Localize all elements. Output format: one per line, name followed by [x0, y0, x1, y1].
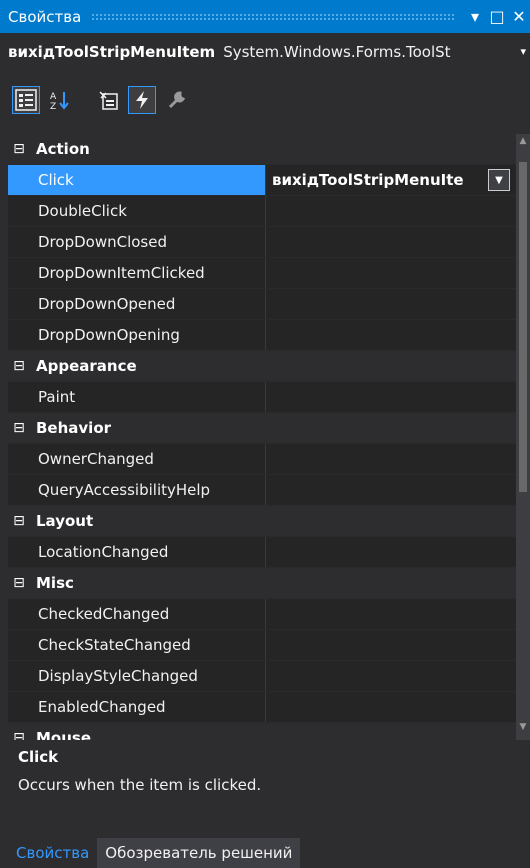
description-text: Occurs when the item is clicked.: [18, 776, 262, 794]
vertical-scrollbar[interactable]: ▲ ▼: [516, 134, 530, 740]
window-title: Свойства: [8, 7, 82, 26]
object-selector[interactable]: вихідToolStripMenuItem System.Windows.Fo…: [0, 33, 530, 70]
toolbar-separator: [80, 86, 88, 134]
category-label: Action: [36, 140, 90, 158]
properties-icon: [99, 91, 118, 110]
collapse-icon[interactable]: ⊟: [8, 358, 30, 374]
property-value[interactable]: вихідToolStripMenuIte ▼: [266, 165, 530, 195]
property-name: EnabledChanged: [8, 692, 266, 722]
property-name: Click: [8, 165, 266, 195]
collapse-icon[interactable]: ⊟: [8, 730, 30, 740]
chevron-down-icon[interactable]: ▾: [520, 45, 526, 58]
category-header[interactable]: ⊟ Mouse: [8, 723, 530, 740]
property-row[interactable]: LocationChanged: [8, 537, 530, 568]
chevron-down-icon[interactable]: ▼: [488, 169, 510, 191]
property-value[interactable]: [266, 196, 530, 226]
property-row[interactable]: DropDownItemClicked: [8, 258, 530, 289]
property-rows: ⊟ Action Click вихідToolStripMenuIte ▼ Double…: [8, 134, 530, 740]
svg-text:A: A: [50, 92, 57, 102]
property-value[interactable]: [266, 599, 530, 629]
object-name: вихідToolStripMenuItem: [8, 42, 216, 61]
bottom-tabs: Свойства Обозреватель решений: [0, 834, 530, 868]
collapse-icon[interactable]: ⊟: [8, 575, 30, 591]
properties-toolbar: A Z: [0, 70, 530, 134]
property-name: LocationChanged: [8, 537, 266, 567]
categorized-button[interactable]: [12, 86, 40, 114]
property-value[interactable]: [266, 382, 530, 412]
property-name: DropDownClosed: [8, 227, 266, 257]
category-label: Behavior: [36, 419, 112, 437]
property-value-text: вихідToolStripMenuIte: [272, 171, 464, 189]
property-row[interactable]: DropDownClosed: [8, 227, 530, 258]
object-type: System.Windows.Forms.ToolSt: [223, 42, 451, 61]
property-row[interactable]: DropDownOpened: [8, 289, 530, 320]
events-icon: [136, 91, 148, 109]
drag-grip[interactable]: [91, 13, 454, 20]
category-label: Mouse: [36, 729, 92, 740]
property-value[interactable]: [266, 630, 530, 660]
property-value[interactable]: [266, 227, 530, 257]
title-bar[interactable]: Свойства ▾ □ ✕: [0, 0, 530, 33]
property-name: CheckedChanged: [8, 599, 266, 629]
scroll-up-icon[interactable]: ▲: [516, 136, 530, 152]
category-header[interactable]: ⊟ Layout: [8, 506, 530, 537]
description-panel: Click Occurs when the item is clicked.: [18, 748, 518, 794]
property-row[interactable]: DropDownOpening: [8, 320, 530, 351]
property-name: OwnerChanged: [8, 444, 266, 474]
property-row[interactable]: QueryAccessibilityHelp: [8, 475, 530, 506]
collapse-icon[interactable]: ⊟: [8, 420, 30, 436]
property-name: DropDownOpening: [8, 320, 266, 350]
property-row[interactable]: DoubleClick: [8, 196, 530, 227]
property-value[interactable]: [266, 444, 530, 474]
category-label: Misc: [36, 574, 74, 592]
category-label: Layout: [36, 512, 94, 530]
svg-text:Z: Z: [50, 102, 56, 111]
category-header[interactable]: ⊟ Misc: [8, 568, 530, 599]
property-value[interactable]: [266, 475, 530, 505]
property-name: DisplayStyleChanged: [8, 661, 266, 691]
categorized-icon: [15, 89, 37, 111]
property-name: Paint: [8, 382, 266, 412]
property-row[interactable]: Paint: [8, 382, 530, 413]
pin-dropdown-icon[interactable]: ▾: [464, 7, 486, 26]
collapse-icon[interactable]: ⊟: [8, 141, 30, 157]
tab-solution-explorer[interactable]: Обозреватель решений: [97, 838, 301, 868]
maximize-icon[interactable]: □: [486, 7, 508, 26]
property-name: CheckStateChanged: [8, 630, 266, 660]
property-value[interactable]: [266, 320, 530, 350]
property-grid: ⊟ Action Click вихідToolStripMenuIte ▼ Double…: [8, 134, 530, 740]
tab-properties[interactable]: Свойства: [0, 838, 98, 868]
property-row[interactable]: CheckedChanged: [8, 599, 530, 630]
alphabetical-icon: A Z: [50, 92, 69, 111]
property-row[interactable]: CheckStateChanged: [8, 630, 530, 661]
property-name: DoubleClick: [8, 196, 266, 226]
property-value[interactable]: [266, 258, 530, 288]
scrollbar-thumb[interactable]: [519, 162, 527, 492]
property-value[interactable]: [266, 289, 530, 319]
collapse-icon[interactable]: ⊟: [8, 513, 30, 529]
category-label: Appearance: [36, 357, 137, 375]
close-icon[interactable]: ✕: [508, 7, 530, 26]
property-row[interactable]: DisplayStyleChanged: [8, 661, 530, 692]
scroll-down-icon[interactable]: ▼: [516, 722, 530, 738]
category-header[interactable]: ⊟ Appearance: [8, 351, 530, 382]
property-row[interactable]: Click вихідToolStripMenuIte ▼: [8, 165, 530, 196]
property-name: DropDownItemClicked: [8, 258, 266, 288]
property-value[interactable]: [266, 537, 530, 567]
property-row[interactable]: EnabledChanged: [8, 692, 530, 723]
category-header[interactable]: ⊟ Behavior: [8, 413, 530, 444]
property-name: DropDownOpened: [8, 289, 266, 319]
wrench-icon: [168, 91, 186, 109]
property-name: QueryAccessibilityHelp: [8, 475, 266, 505]
events-button[interactable]: [128, 86, 156, 114]
alphabetical-button[interactable]: A Z: [46, 86, 74, 114]
property-value[interactable]: [266, 692, 530, 722]
category-header[interactable]: ⊟ Action: [8, 134, 530, 165]
property-value[interactable]: [266, 661, 530, 691]
properties-button[interactable]: [94, 86, 122, 114]
description-title: Click: [18, 748, 59, 766]
property-row[interactable]: OwnerChanged: [8, 444, 530, 475]
property-pages-button[interactable]: [162, 86, 190, 114]
